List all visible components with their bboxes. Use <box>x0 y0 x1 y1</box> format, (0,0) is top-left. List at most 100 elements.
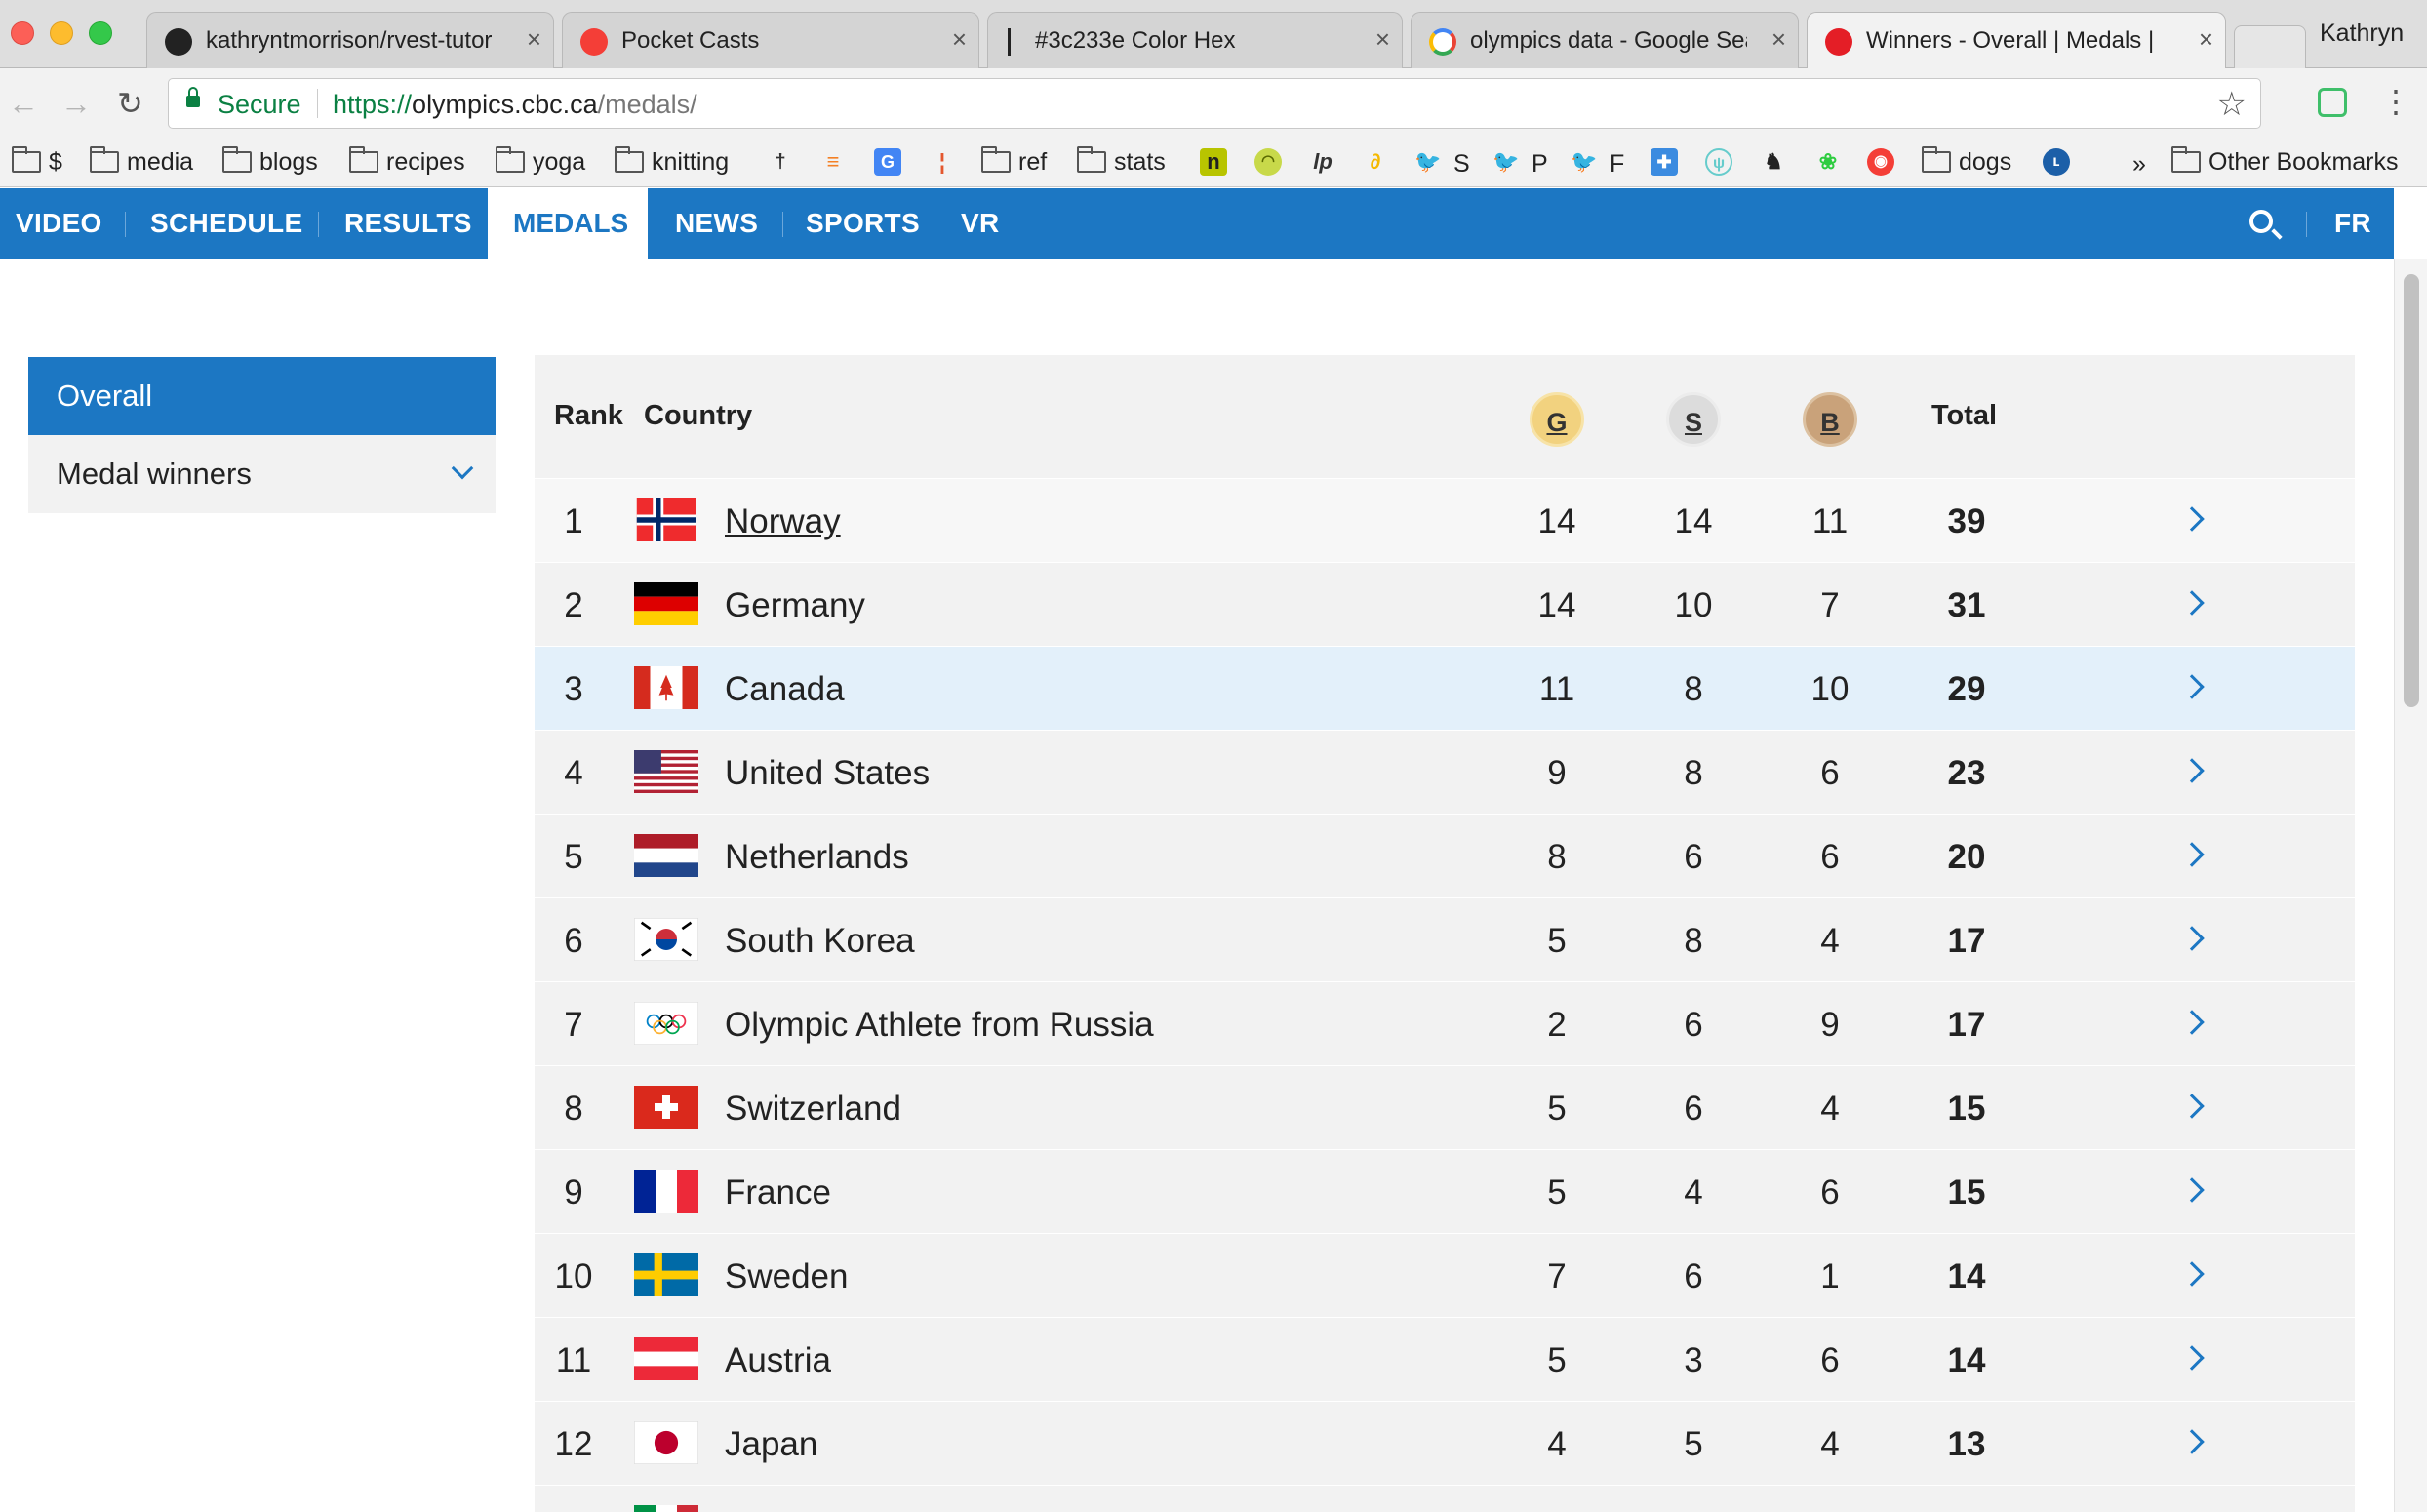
url-text[interactable]: https://olympics.cbc.ca/medals/ <box>333 90 697 120</box>
fork-icon[interactable]: ψ <box>1705 148 1732 176</box>
bookmark-folder[interactable]: Other Bookmarks <box>2171 146 2399 178</box>
back-arrow-icon[interactable]: ← <box>8 86 39 121</box>
reload-icon[interactable]: ↻ <box>117 86 143 121</box>
chevron-right-icon[interactable] <box>2179 758 2205 783</box>
paw-icon[interactable]: ❀ <box>1814 148 1842 176</box>
chevron-right-icon[interactable] <box>2179 842 2205 867</box>
gplus-icon[interactable]: ✚ <box>1651 148 1678 176</box>
country-name[interactable]: Austria <box>725 1341 831 1380</box>
leaf-icon[interactable]: ∂ <box>1362 148 1389 176</box>
profile-name[interactable]: Kathryn <box>2320 20 2404 48</box>
new-tab-button[interactable] <box>2234 25 2306 68</box>
browser-tab[interactable]: Pocket Casts × <box>562 12 979 68</box>
close-icon[interactable]: × <box>2199 24 2213 55</box>
zoom-window-button[interactable] <box>89 21 112 45</box>
sidebar-item-overall[interactable]: Overall <box>28 357 496 435</box>
sidebar-item-medal-winners[interactable]: Medal winners <box>28 435 496 513</box>
pocket-casts-icon[interactable]: ◉ <box>1867 148 1894 176</box>
bookmark-folder[interactable]: recipes <box>349 146 465 178</box>
browser-tab[interactable]: olympics data - Google Sear × <box>1411 12 1799 68</box>
table-row[interactable]: 11 Austria 5 3 6 14 <box>535 1317 2355 1401</box>
browser-tab-active[interactable]: Winners - Overall | Medals | × <box>1807 12 2226 70</box>
page-scrollbar[interactable] <box>2394 259 2427 1512</box>
silver-medal-icon[interactable]: S <box>1666 392 1721 447</box>
nav-news[interactable]: NEWS <box>675 208 758 239</box>
country-name[interactable]: Canada <box>725 670 845 709</box>
close-window-button[interactable] <box>11 21 34 45</box>
close-icon[interactable]: × <box>1771 24 1786 55</box>
table-row[interactable]: 10 Sweden 7 6 1 14 <box>535 1233 2355 1317</box>
table-row[interactable] <box>535 1485 2355 1512</box>
bookmark-label[interactable]: F <box>1610 150 1624 179</box>
forward-arrow-icon[interactable]: → <box>60 86 92 121</box>
table-row-highlighted[interactable]: 3 Canada 11 8 10 29 <box>535 646 2355 730</box>
close-icon[interactable]: × <box>952 24 967 55</box>
chevron-right-icon[interactable] <box>2179 1261 2205 1287</box>
bookmark-folder[interactable]: ref <box>981 146 1047 178</box>
n-bookmark-icon[interactable]: n <box>1200 148 1227 176</box>
chevron-right-icon[interactable] <box>2179 926 2205 951</box>
country-name[interactable]: United States <box>725 754 930 793</box>
country-name[interactable]: Germany <box>725 586 865 625</box>
chevron-right-icon[interactable] <box>2179 674 2205 699</box>
table-row[interactable]: 4 United States 9 8 6 23 <box>535 730 2355 814</box>
table-row[interactable]: 6 South Korea 5 8 4 17 <box>535 897 2355 981</box>
lr-icon[interactable]: ʟ <box>2043 148 2070 176</box>
bookmark-label[interactable]: S <box>1453 150 1470 179</box>
nav-video[interactable]: VIDEO <box>16 208 102 239</box>
bronze-medal-icon[interactable]: B <box>1803 392 1857 447</box>
close-icon[interactable]: × <box>527 24 541 55</box>
bookmark-folder[interactable]: yoga <box>496 146 585 178</box>
search-icon[interactable] <box>2249 210 2273 233</box>
chevron-right-icon[interactable] <box>2179 1094 2205 1119</box>
bookmark-folder[interactable]: media <box>90 146 193 178</box>
bookmark-folder[interactable]: stats <box>1077 146 1166 178</box>
twitter-icon[interactable]: 🐦 <box>1492 148 1520 176</box>
pin-bookmark-icon[interactable]: † <box>767 148 794 176</box>
country-name[interactable]: Japan <box>725 1425 817 1464</box>
chevron-right-icon[interactable] <box>2179 1429 2205 1454</box>
table-row[interactable]: 9 France 5 4 6 15 <box>535 1149 2355 1233</box>
menu-icon[interactable]: ⋮ <box>2380 82 2411 121</box>
browser-tab[interactable]: #3c233e Color Hex × <box>987 12 1403 68</box>
chevron-right-icon[interactable] <box>2179 1010 2205 1035</box>
browser-tab[interactable]: kathryntmorrison/rvest-tutor × <box>146 12 554 68</box>
country-name[interactable]: France <box>725 1174 831 1213</box>
chevron-right-icon[interactable] <box>2179 1177 2205 1203</box>
close-icon[interactable]: × <box>1375 24 1390 55</box>
table-row[interactable]: 2 Germany 14 10 7 31 <box>535 562 2355 646</box>
translate-icon[interactable]: G <box>874 148 901 176</box>
scrollbar-thumb[interactable] <box>2404 274 2419 707</box>
lp-icon[interactable]: lp <box>1309 148 1336 176</box>
nav-schedule[interactable]: SCHEDULE <box>150 208 302 239</box>
twitter-icon[interactable]: 🐦 <box>1414 148 1442 176</box>
chevron-right-icon[interactable] <box>2179 1345 2205 1371</box>
country-name[interactable]: Switzerland <box>725 1090 901 1129</box>
twitter-icon[interactable]: 🐦 <box>1571 148 1598 176</box>
nav-vr[interactable]: VR <box>961 208 1000 239</box>
nav-results[interactable]: RESULTS <box>344 208 472 239</box>
bookmarks-overflow-icon[interactable]: » <box>2132 150 2146 179</box>
column-header-total[interactable]: Total <box>1931 400 1997 432</box>
table-row[interactable]: 7 Olympic Athlete from Russia 2 6 9 17 <box>535 981 2355 1065</box>
bookmark-label[interactable]: P <box>1532 150 1548 179</box>
country-name[interactable]: South Korea <box>725 922 915 961</box>
table-row[interactable]: 5 Netherlands 8 6 6 20 <box>535 814 2355 897</box>
nav-medals[interactable]: MEDALS <box>488 188 648 259</box>
column-header-country[interactable]: Country <box>644 400 752 432</box>
column-header-rank[interactable]: Rank <box>554 400 623 432</box>
stackoverflow-icon[interactable]: ≡ <box>819 148 847 176</box>
country-link[interactable]: Norway <box>725 502 841 541</box>
ball-icon[interactable]: ◠ <box>1254 148 1282 176</box>
dog-icon[interactable]: ♞ <box>1760 148 1787 176</box>
gold-medal-icon[interactable]: G <box>1530 392 1584 447</box>
bookmark-star-icon[interactable]: ☆ <box>2217 85 2247 124</box>
language-toggle[interactable]: FR <box>2334 208 2371 239</box>
country-name[interactable]: Sweden <box>725 1257 848 1296</box>
bookmark-folder[interactable]: dogs <box>1922 146 2011 178</box>
table-row[interactable]: 1 Norway 14 14 11 39 <box>535 478 2355 562</box>
minimize-window-button[interactable] <box>50 21 73 45</box>
bookmark-folder[interactable]: blogs <box>222 146 318 178</box>
bookmark-folder[interactable]: knitting <box>615 146 729 178</box>
utensils-icon[interactable]: ¦ <box>929 148 956 176</box>
